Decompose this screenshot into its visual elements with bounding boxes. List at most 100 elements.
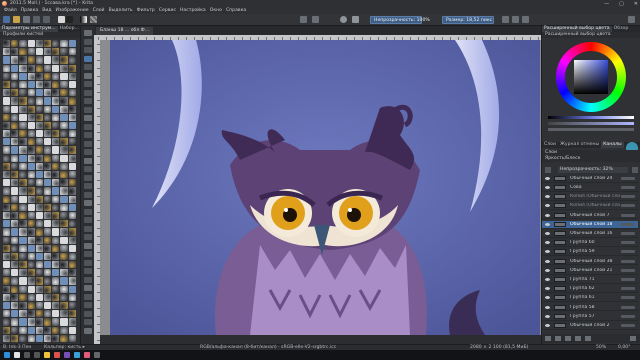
layer-flags-icon[interactable] bbox=[621, 195, 635, 199]
brush-preset-thumbnail[interactable] bbox=[11, 318, 19, 326]
visibility-eye-icon[interactable] bbox=[545, 231, 550, 235]
brush-preset-thumbnail[interactable] bbox=[52, 179, 60, 187]
brush-preset-thumbnail[interactable] bbox=[43, 105, 52, 113]
tool-button[interactable] bbox=[84, 64, 92, 70]
brush-preset-thumbnail[interactable] bbox=[3, 138, 11, 146]
layer-row[interactable]: Копия (Обычный слой 7) (2) bbox=[542, 193, 638, 201]
tool-button[interactable] bbox=[84, 276, 92, 283]
tab-undo-history[interactable]: Журнал отмены bbox=[558, 142, 601, 148]
taskbar-app-icon[interactable] bbox=[54, 352, 60, 358]
tool-button[interactable] bbox=[84, 30, 92, 36]
brush-preset-thumbnail[interactable] bbox=[68, 113, 76, 121]
brush-preset-thumbnail[interactable] bbox=[60, 146, 68, 154]
visibility-eye-icon[interactable] bbox=[545, 259, 550, 263]
brush-preset-thumbnail[interactable] bbox=[60, 220, 68, 228]
brush-preset-thumbnail[interactable] bbox=[27, 146, 35, 154]
brush-preset-thumbnail[interactable] bbox=[35, 211, 43, 220]
brush-preset-thumbnail[interactable] bbox=[43, 187, 52, 195]
opacity-slider[interactable]: Непрозрачность: 100% bbox=[370, 16, 430, 24]
brush-preset-thumbnail[interactable] bbox=[27, 113, 35, 121]
brush-preset-thumbnail[interactable] bbox=[43, 138, 52, 146]
move-layer-up-icon[interactable] bbox=[565, 336, 571, 341]
brush-preset-thumbnail[interactable] bbox=[11, 97, 19, 105]
brush-preset-thumbnail[interactable] bbox=[19, 334, 27, 342]
brush-preset-thumbnail[interactable] bbox=[19, 40, 27, 48]
brush-preset-thumbnail[interactable] bbox=[52, 138, 60, 146]
brush-preset-thumbnail[interactable] bbox=[3, 211, 11, 220]
brush-preset-thumbnail[interactable] bbox=[52, 48, 60, 56]
brush-preset-thumbnail[interactable] bbox=[19, 261, 27, 269]
visibility-eye-icon[interactable] bbox=[545, 277, 550, 281]
tool-button[interactable] bbox=[84, 174, 92, 181]
brush-preset-thumbnail[interactable] bbox=[35, 326, 43, 334]
layer-properties-icon[interactable] bbox=[585, 336, 591, 341]
layer-flags-icon[interactable] bbox=[621, 323, 635, 327]
visibility-eye-icon[interactable] bbox=[545, 204, 550, 208]
brush-preset-thumbnail[interactable] bbox=[43, 171, 52, 179]
brush-preset-thumbnail[interactable] bbox=[60, 269, 68, 277]
brush-preset-thumbnail[interactable] bbox=[3, 97, 11, 105]
color-wheel[interactable] bbox=[556, 42, 626, 112]
brush-preset-thumbnail[interactable] bbox=[68, 89, 76, 97]
brush-preset-thumbnail[interactable] bbox=[27, 64, 35, 72]
save-icon[interactable] bbox=[23, 16, 30, 23]
brush-preset-thumbnail[interactable] bbox=[60, 252, 68, 261]
tool-button[interactable] bbox=[84, 115, 92, 121]
taskbar-app-icon[interactable] bbox=[84, 352, 90, 358]
add-layer-icon[interactable] bbox=[545, 336, 551, 341]
brush-preset-thumbnail[interactable] bbox=[35, 154, 43, 162]
redo-icon[interactable] bbox=[43, 16, 50, 23]
brush-preset-thumbnail[interactable] bbox=[11, 195, 19, 203]
horizontal-scrollbar[interactable] bbox=[100, 335, 541, 344]
brush-preset-thumbnail[interactable] bbox=[27, 244, 35, 252]
brush-preset-thumbnail[interactable] bbox=[60, 318, 68, 326]
layer-flags-icon[interactable] bbox=[621, 204, 635, 208]
brush-preset-thumbnail[interactable] bbox=[68, 302, 76, 310]
brush-preset-thumbnail[interactable] bbox=[3, 154, 11, 162]
brush-preset-thumbnail[interactable] bbox=[19, 220, 27, 228]
canvas-area[interactable] bbox=[100, 40, 541, 335]
brush-preset-thumbnail[interactable] bbox=[11, 211, 19, 220]
brush-preset-thumbnail[interactable] bbox=[19, 244, 27, 252]
brush-preset-thumbnail[interactable] bbox=[52, 40, 60, 48]
brush-preset-thumbnail[interactable] bbox=[35, 48, 43, 56]
brush-preset-thumbnail[interactable] bbox=[19, 72, 27, 80]
brush-preset-thumbnail[interactable] bbox=[3, 195, 11, 203]
brush-preset-thumbnail[interactable] bbox=[43, 40, 52, 48]
brush-preset-thumbnail[interactable] bbox=[27, 138, 35, 146]
visibility-eye-icon[interactable] bbox=[545, 176, 550, 180]
brush-preset-thumbnail[interactable] bbox=[11, 56, 19, 64]
brush-preset-thumbnail[interactable] bbox=[3, 318, 11, 326]
brush-preset-thumbnail[interactable] bbox=[43, 277, 52, 285]
brush-preset-thumbnail[interactable] bbox=[60, 171, 68, 179]
brush-preset-thumbnail[interactable] bbox=[68, 261, 76, 269]
brush-preset-thumbnail[interactable] bbox=[68, 56, 76, 64]
visibility-eye-icon[interactable] bbox=[545, 185, 550, 189]
tool-button[interactable] bbox=[84, 327, 92, 334]
brush-preset-thumbnail[interactable] bbox=[68, 277, 76, 285]
taskbar-app-icon[interactable] bbox=[24, 352, 30, 358]
brush-preset-thumbnail[interactable] bbox=[11, 113, 19, 121]
layer-row[interactable]: Сова bbox=[542, 184, 638, 192]
brush-preset-thumbnail[interactable] bbox=[52, 105, 60, 113]
brush-preset-thumbnail[interactable] bbox=[52, 318, 60, 326]
brush-preset-thumbnail[interactable] bbox=[52, 130, 60, 138]
brush-preset-thumbnail[interactable] bbox=[52, 195, 60, 203]
tool-button[interactable] bbox=[84, 38, 92, 45]
brush-preset-thumbnail[interactable] bbox=[68, 171, 76, 179]
tool-button[interactable] bbox=[84, 225, 92, 232]
brush-preset-thumbnail[interactable] bbox=[27, 252, 35, 261]
brush-preset-thumbnail[interactable] bbox=[68, 72, 76, 80]
visibility-eye-icon[interactable] bbox=[545, 323, 550, 327]
brush-preset-thumbnail[interactable] bbox=[68, 105, 76, 113]
layer-row[interactable]: Обычный слой 24 bbox=[542, 175, 638, 183]
layer-row[interactable]: Обычный слой 16 bbox=[542, 230, 638, 238]
menu-select[interactable]: Выделить bbox=[109, 8, 133, 13]
brush-preset-thumbnail[interactable] bbox=[68, 187, 76, 195]
brush-preset-thumbnail[interactable] bbox=[11, 220, 19, 228]
brush-preset-thumbnail[interactable] bbox=[60, 277, 68, 285]
brush-preset-thumbnail[interactable] bbox=[52, 80, 60, 89]
brush-preset-thumbnail[interactable] bbox=[27, 56, 35, 64]
brush-preset-thumbnail[interactable] bbox=[3, 179, 11, 187]
brush-preset-thumbnail[interactable] bbox=[19, 211, 27, 220]
